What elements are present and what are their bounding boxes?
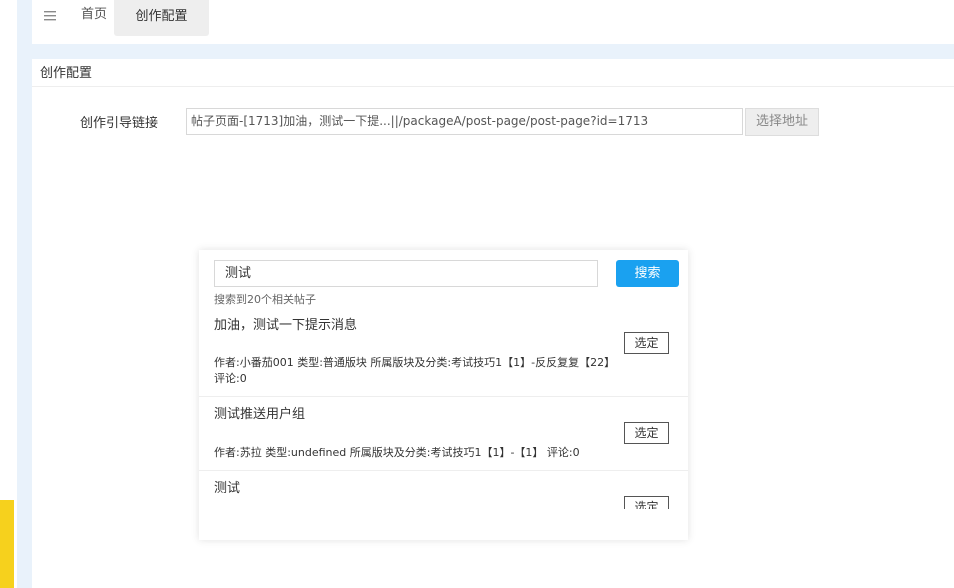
panel-divider: [32, 86, 954, 87]
post-meta: 作者:小番茄001 类型:普通版块 所属版块及分类:考试技巧1【1】-反反复复【…: [214, 356, 616, 385]
list-item: 加油，测试一下提示消息 作者:小番茄001 类型:普通版块 所属版块及分类:考试…: [199, 314, 688, 397]
search-button[interactable]: 搜索: [616, 260, 679, 287]
post-title: 测试推送用户组: [214, 407, 306, 422]
nav-home-link[interactable]: 首页: [81, 6, 107, 24]
select-button[interactable]: 选定: [624, 496, 669, 509]
result-count-text: 搜索到20个相关帖子: [214, 293, 316, 306]
top-nav-bar: 首页 创作配置: [32, 0, 954, 44]
layout-gutter: [17, 0, 32, 588]
select-button[interactable]: 选定: [624, 332, 669, 354]
post-title: 加油，测试一下提示消息: [214, 318, 358, 333]
choose-address-button[interactable]: 选择地址: [745, 108, 819, 136]
guide-link-input[interactable]: 帖子页面-[1713]加油，测试一下提...||/packageA/post-p…: [186, 108, 743, 135]
guide-link-label: 创作引导链接: [80, 116, 159, 131]
layout-band: [32, 44, 954, 59]
select-button[interactable]: 选定: [624, 422, 669, 444]
result-list[interactable]: 加油，测试一下提示消息 作者:小番茄001 类型:普通版块 所属版块及分类:考试…: [199, 314, 688, 509]
post-search-popup: 测试 搜索 搜索到20个相关帖子 加油，测试一下提示消息 作者:小番茄001 类…: [199, 250, 688, 540]
side-accent-marker: [0, 500, 14, 588]
hamburger-menu-icon[interactable]: [44, 8, 56, 24]
tab-creation-config[interactable]: 创作配置: [114, 0, 209, 36]
panel-title: 创作配置: [40, 66, 93, 81]
post-title: 测试: [214, 481, 241, 496]
list-item: 测试 选定: [199, 471, 688, 509]
list-item: 测试推送用户组 作者:苏拉 类型:undefined 所属版块及分类:考试技巧1…: [199, 397, 688, 471]
post-meta: 作者:苏拉 类型:undefined 所属版块及分类:考试技巧1【1】-【1】 …: [214, 446, 580, 459]
search-input[interactable]: 测试: [214, 260, 598, 287]
